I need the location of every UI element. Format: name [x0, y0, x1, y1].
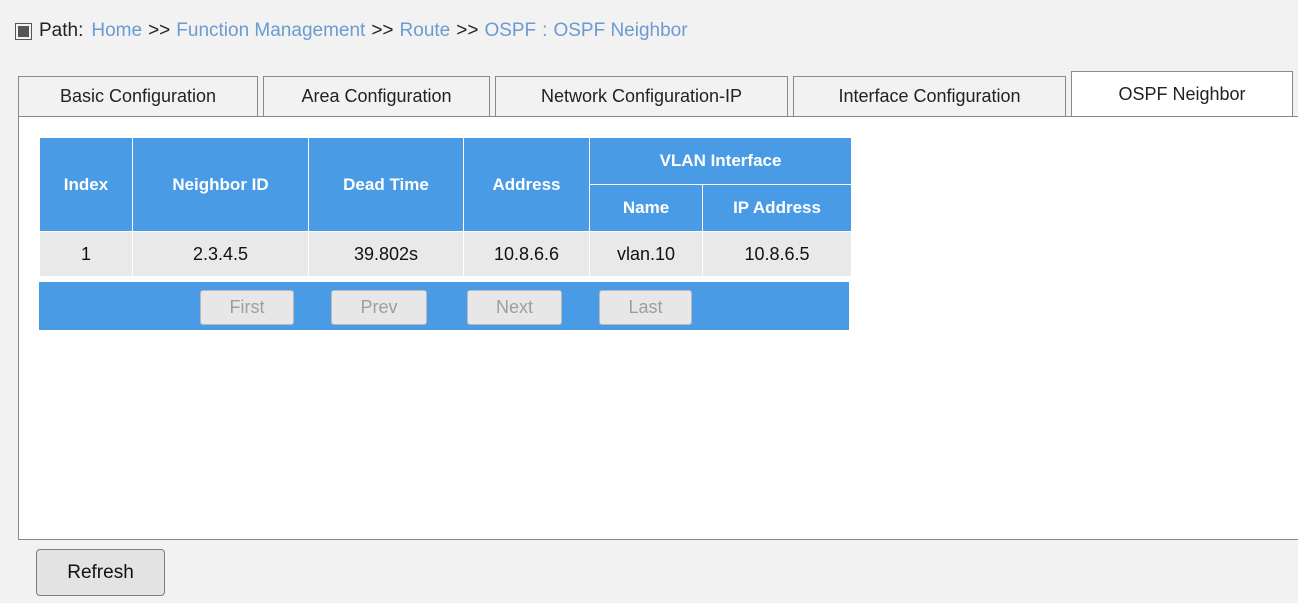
- col-header-ip-address: IP Address: [702, 184, 852, 232]
- tab-bar: Basic Configuration Area Configuration N…: [18, 70, 1298, 117]
- col-header-name: Name: [589, 184, 703, 232]
- breadcrumb-separator: >>: [456, 20, 479, 41]
- cell-vlan-name: vlan.10: [589, 231, 703, 277]
- last-button[interactable]: Last: [599, 290, 692, 325]
- cell-dead-time: 39.802s: [308, 231, 464, 277]
- breadcrumb-current: OSPF Neighbor: [553, 20, 688, 41]
- cell-index: 1: [39, 231, 133, 277]
- tab-ospf-neighbor[interactable]: OSPF Neighbor: [1071, 71, 1293, 117]
- breadcrumb-separator: >>: [148, 20, 171, 41]
- tab-interface-configuration[interactable]: Interface Configuration: [793, 76, 1066, 116]
- tab-area-configuration[interactable]: Area Configuration: [263, 76, 490, 116]
- col-header-index: Index: [39, 137, 133, 232]
- cell-address: 10.8.6.6: [463, 231, 590, 277]
- col-header-dead-time: Dead Time: [308, 137, 464, 232]
- cell-vlan-ip-address: 10.8.6.5: [702, 231, 852, 277]
- breadcrumb-separator: >>: [371, 20, 394, 41]
- col-header-vlan-interface: VLAN Interface: [589, 137, 852, 185]
- prev-button[interactable]: Prev: [331, 290, 427, 325]
- pager-bar: First Prev Next Last: [39, 282, 849, 330]
- tab-network-configuration-ip[interactable]: Network Configuration-IP: [495, 76, 788, 116]
- breadcrumb-ospf[interactable]: OSPF: [484, 20, 536, 42]
- breadcrumb-colon: :: [542, 20, 548, 41]
- col-header-address: Address: [463, 137, 590, 232]
- table-row: 1 2.3.4.5 39.802s 10.8.6.6 vlan.10 10.8.…: [39, 231, 852, 277]
- path-label: Path:: [39, 20, 84, 41]
- ospf-neighbor-table: Index Neighbor ID Dead Time Address VLAN…: [39, 137, 852, 277]
- first-button[interactable]: First: [200, 290, 294, 325]
- col-header-neighbor-id: Neighbor ID: [132, 137, 309, 232]
- breadcrumb-function-management[interactable]: Function Management: [176, 20, 365, 42]
- breadcrumb-home[interactable]: Home: [91, 20, 142, 42]
- square-icon: [15, 22, 32, 40]
- refresh-button[interactable]: Refresh: [36, 549, 165, 596]
- breadcrumb-route[interactable]: Route: [400, 20, 451, 42]
- cell-neighbor-id: 2.3.4.5: [132, 231, 309, 277]
- tab-basic-configuration[interactable]: Basic Configuration: [18, 76, 258, 116]
- breadcrumb: Path: Home >> Function Management >> Rou…: [14, 20, 688, 42]
- next-button[interactable]: Next: [467, 290, 562, 325]
